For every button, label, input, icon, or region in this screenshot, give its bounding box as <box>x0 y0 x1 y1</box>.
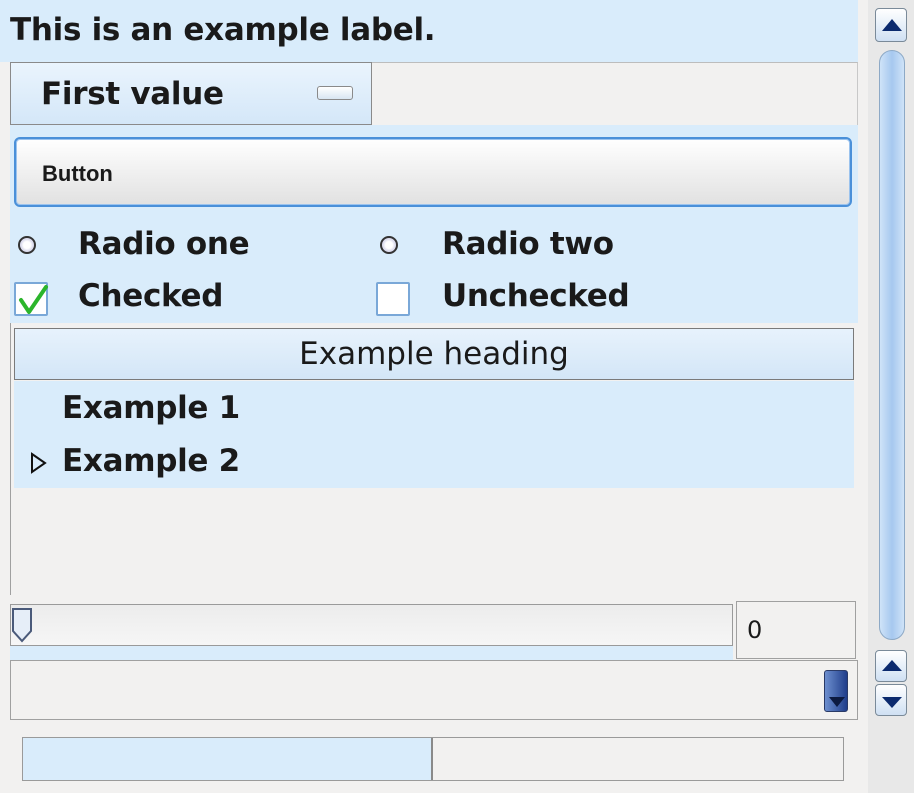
example-label: This is an example label. <box>10 12 436 48</box>
tree-heading-text: Example heading <box>299 336 569 372</box>
checked-checkbox[interactable] <box>14 282 48 316</box>
spin-button[interactable]: 0 <box>736 601 856 659</box>
radio-one-indicator[interactable] <box>18 236 36 254</box>
progress-bar <box>22 737 844 781</box>
combo-selected-value: First value <box>41 76 224 112</box>
unchecked-checkbox[interactable] <box>376 282 410 316</box>
spin-up-button[interactable] <box>875 650 907 682</box>
arrow-down-icon <box>829 697 845 707</box>
checked-label[interactable]: Checked <box>78 278 223 314</box>
triangle-right-icon[interactable] <box>30 452 48 474</box>
slider-handle[interactable] <box>11 607 35 643</box>
unchecked-label[interactable]: Unchecked <box>442 278 630 314</box>
label-row: This is an example label. <box>0 0 858 62</box>
arrow-up-icon <box>882 19 902 31</box>
text-entry[interactable] <box>10 660 858 720</box>
scroll-up-button[interactable] <box>875 8 907 42</box>
checkmark-icon <box>19 285 48 314</box>
slider[interactable] <box>10 604 733 646</box>
combo-spacer <box>372 62 858 125</box>
slider-underline <box>10 646 733 660</box>
spin-down-button[interactable] <box>875 684 907 716</box>
combo-dropdown-icon[interactable] <box>317 86 353 100</box>
scrollbar-thumb[interactable] <box>879 50 905 640</box>
combo-box[interactable]: First value <box>10 62 372 125</box>
vertical-scrollbar[interactable] <box>868 0 914 793</box>
button[interactable]: Button <box>14 137 852 207</box>
tree-item-example-1[interactable]: Example 1 <box>62 390 240 426</box>
spin-value: 0 <box>747 616 763 644</box>
arrow-up-icon <box>882 660 902 671</box>
arrow-down-icon <box>882 697 902 708</box>
progress-fill <box>23 738 433 780</box>
button-label: Button <box>42 161 113 186</box>
entry-scroll-handle[interactable] <box>824 670 848 712</box>
tree-item-example-2[interactable]: Example 2 <box>62 443 240 479</box>
radio-one-label[interactable]: Radio one <box>78 226 250 262</box>
tree-column-header[interactable]: Example heading <box>14 328 854 380</box>
radio-two-indicator[interactable] <box>380 236 398 254</box>
radio-two-label[interactable]: Radio two <box>442 226 614 262</box>
